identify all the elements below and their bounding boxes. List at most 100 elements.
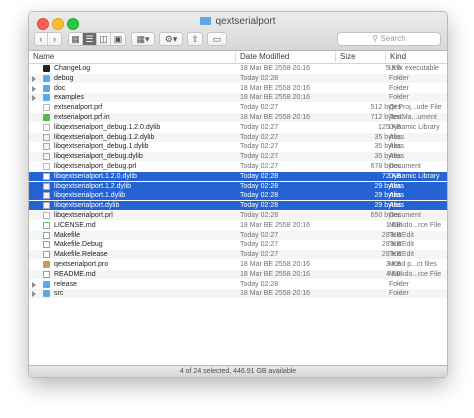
list-icon[interactable]: ☰ xyxy=(83,33,97,45)
disclosure-triangle-icon[interactable] xyxy=(32,85,36,92)
file-row[interactable]: extserialport.prf Today 02:27 512 bytes Qt … xyxy=(29,103,447,112)
file-kind: Markdo...rce File xyxy=(389,270,442,278)
file-name: extserialport.prf.in xyxy=(54,114,110,121)
file-row[interactable]: src 18 Mar BE 2558 20:16 -- Folder xyxy=(29,289,447,299)
file-row[interactable]: libqextserialport.1.2.0.dylib Today 02:28… xyxy=(29,171,447,181)
file-kind: TextEdit xyxy=(389,231,414,239)
file-kind: Alias xyxy=(389,202,405,210)
file-name-cell: qextserialport.pro xyxy=(43,260,238,269)
file-date: Today 02:28 xyxy=(240,172,279,180)
file-date: Today 02:28 xyxy=(240,212,279,219)
disclosure-triangle-icon[interactable] xyxy=(32,75,36,82)
back-button[interactable]: ‹ xyxy=(35,33,48,45)
file-row[interactable]: examples 18 Mar BE 2558 20:16 -- Folder xyxy=(29,93,447,103)
file-name-cell: libqextserialport_debug.prl xyxy=(43,162,238,171)
column-header-size[interactable]: Size xyxy=(335,52,388,62)
alias-icon xyxy=(43,182,50,190)
file-row[interactable]: libqextserialport.1.2.dylib Today 02:28 29… xyxy=(29,181,447,191)
file-name-cell: doc xyxy=(43,84,238,93)
file-name: src xyxy=(54,290,64,298)
file-kind: Alias xyxy=(389,182,405,190)
file-row[interactable]: qextserialport.pro 18 Mar BE 2558 20:16 3 … xyxy=(29,260,447,269)
file-name-cell: extserialport.prf xyxy=(43,103,238,112)
file-kind: Folder xyxy=(389,290,409,298)
md-icon xyxy=(43,270,50,278)
file-row[interactable]: libqextserialport_debug.prl Today 02:27 67… xyxy=(29,162,447,171)
file-date: Today 02:28 xyxy=(240,182,279,190)
forward-button[interactable]: › xyxy=(48,33,61,45)
file-row[interactable]: libqextserialport_debug.dylib Today 02:27… xyxy=(29,152,447,162)
file-name-cell: extserialport.prf.in xyxy=(43,113,238,122)
column-header-name[interactable]: Name xyxy=(29,52,223,62)
file-row[interactable]: Makefile.Release Today 02:27 28 KB TextEdit xyxy=(29,250,447,260)
file-name-cell: libqextserialport.1.dylib xyxy=(43,191,238,200)
file-date: Today 02:27 xyxy=(240,241,279,249)
file-row[interactable]: doc 18 Mar BE 2558 20:16 -- Folder xyxy=(29,84,447,93)
file-row[interactable]: libqextserialport_debug.1.2.dylib Today 0… xyxy=(29,132,447,142)
file-row[interactable]: README.md 18 Mar BE 2558 20:16 4 KB Markdo.… xyxy=(29,269,447,279)
file-row[interactable]: ChangeLog 18 Mar BE 2558 20:16 5 KB Unix ex… xyxy=(29,64,447,73)
file-name: README.md xyxy=(54,270,96,278)
columns-icon[interactable]: ◫ xyxy=(97,33,111,45)
file-icon xyxy=(43,104,50,112)
file-row[interactable]: debug Today 02:28 -- Folder xyxy=(29,73,447,83)
file-row[interactable]: LICENSE.md 18 Mar BE 2558 20:16 1 KB Markdo… xyxy=(29,221,447,230)
share-button[interactable]: ⇧ xyxy=(187,32,203,46)
file-row[interactable]: libqextserialport_debug.1.dylib Today 02:… xyxy=(29,142,447,151)
file-kind: Folder xyxy=(389,84,409,92)
md-icon xyxy=(43,221,50,229)
file-kind: Alias xyxy=(389,143,405,151)
text-icon xyxy=(43,231,50,239)
file-row[interactable]: release Today 02:28 -- Folder xyxy=(29,280,447,289)
file-kind: Alias xyxy=(389,192,405,200)
column-header-kind[interactable]: Kind xyxy=(385,52,447,62)
file-name-cell: libqextserialport.1.2.dylib xyxy=(43,182,238,191)
file-row[interactable]: Makefile Today 02:27 28 KB TextEdit xyxy=(29,230,447,240)
file-kind: kicad p...ct files xyxy=(389,261,437,268)
file-kind: Folder xyxy=(389,74,409,82)
gallery-icon[interactable]: ▣ xyxy=(111,33,125,45)
grid-icon[interactable]: ▦ xyxy=(69,33,83,45)
file-name: doc xyxy=(54,84,66,92)
file-name: Makefile.Debug xyxy=(54,241,103,249)
arrange-button[interactable]: ▦▾ xyxy=(131,32,155,46)
file-row[interactable]: libqextserialport_debug.1.2.0.dylib Today… xyxy=(29,123,447,132)
file-kind: TextMa...ument xyxy=(389,114,437,121)
action-button[interactable]: ⚙▾ xyxy=(159,32,183,46)
file-date: 18 Mar BE 2558 20:16 xyxy=(240,290,311,298)
file-icon xyxy=(43,123,50,131)
file-row[interactable]: libqextserialport.dylib Today 02:28 29 byt… xyxy=(29,201,447,211)
file-row[interactable]: Makefile.Debug Today 02:27 28 KB TextEdit xyxy=(29,240,447,249)
alias-icon xyxy=(43,153,50,161)
arrange-grid-icon: ▦▾ xyxy=(136,34,150,44)
alias-icon xyxy=(43,202,50,210)
disclosure-triangle-icon[interactable] xyxy=(32,281,36,288)
file-date: Today 02:28 xyxy=(240,74,279,82)
file-name: libqextserialport.prl xyxy=(54,212,113,219)
file-row[interactable]: libqextserialport.prl Today 02:28 650 byte… xyxy=(29,211,447,220)
file-date: Today 02:28 xyxy=(240,202,279,210)
search-icon: ⚲ xyxy=(372,34,379,43)
file-row[interactable]: libqextserialport.1.dylib Today 02:28 29 b… xyxy=(29,191,447,201)
folder-icon xyxy=(43,290,50,298)
disclosure-triangle-icon[interactable] xyxy=(32,95,36,102)
folder-icon xyxy=(43,84,50,92)
qt-icon xyxy=(43,114,50,121)
file-name-cell: LICENSE.md xyxy=(43,221,238,230)
tag-button[interactable]: ▭ xyxy=(207,32,227,46)
file-date: Today 02:27 xyxy=(240,163,279,170)
search-field[interactable]: ⚲ Search xyxy=(337,32,441,46)
share-icon: ⇧ xyxy=(191,34,199,44)
file-icon xyxy=(43,212,50,219)
folder-icon xyxy=(43,74,50,82)
column-header-date[interactable]: Date Modified xyxy=(235,52,340,62)
file-kind: Document xyxy=(389,212,421,219)
file-name-cell: libqextserialport.dylib xyxy=(43,201,238,210)
tag-icon: ▭ xyxy=(212,34,222,44)
view-mode-switcher: ▦ ☰ ◫ ▣ xyxy=(68,32,126,46)
file-kind: Folder xyxy=(389,94,409,102)
file-row[interactable]: extserialport.prf.in 18 Mar BE 2558 20:16… xyxy=(29,113,447,122)
disclosure-triangle-icon[interactable] xyxy=(32,291,36,298)
file-date: 18 Mar BE 2558 20:16 xyxy=(240,261,311,268)
text-icon xyxy=(43,251,50,259)
